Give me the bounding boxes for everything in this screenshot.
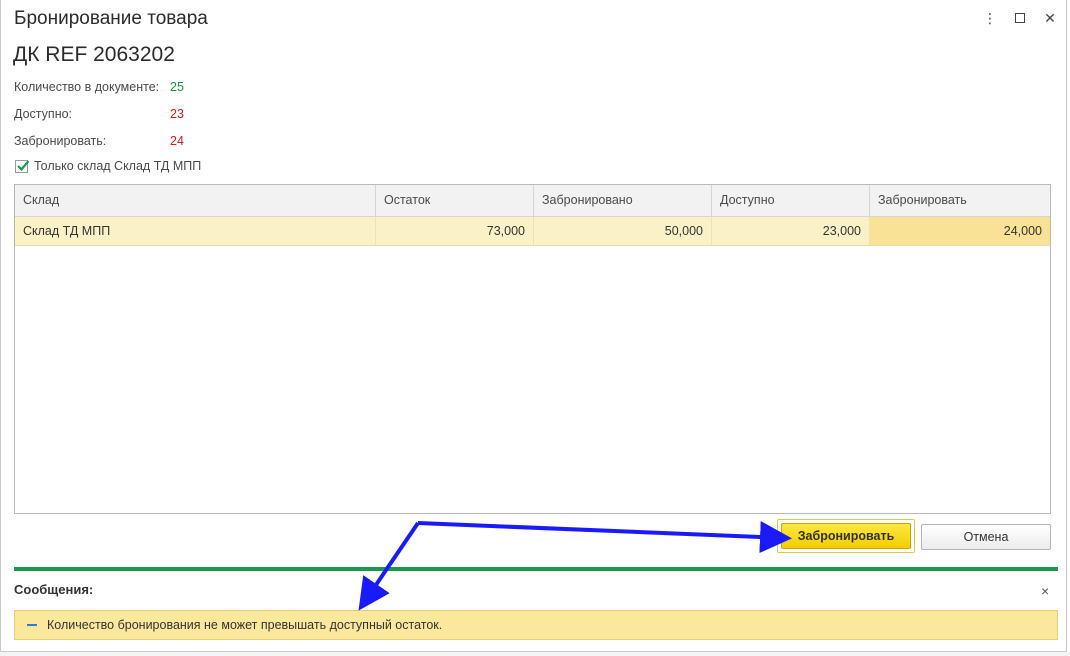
cell-balance[interactable]: 73,000	[376, 217, 534, 245]
table-header: Склад Остаток Забронировано Доступно Заб…	[15, 185, 1050, 217]
cell-warehouse[interactable]: Склад ТД МПП	[15, 217, 376, 245]
table-row[interactable]: Склад ТД МПП 73,000 50,000 23,000 24,000	[15, 217, 1050, 246]
document-title: ДК REF 2063202	[13, 43, 175, 66]
cell-to-reserve[interactable]: 24,000	[870, 217, 1050, 245]
message-text: Количество бронирования не может превыша…	[47, 618, 443, 632]
message-item[interactable]: Количество бронирования не может превыша…	[14, 610, 1058, 640]
column-header-warehouse[interactable]: Склад	[15, 185, 376, 216]
field-to-reserve: Забронировать: 24	[14, 134, 184, 148]
column-header-balance[interactable]: Остаток	[376, 185, 534, 216]
window-title: Бронирование товара	[14, 8, 208, 29]
field-quantity-in-document: Количество в документе: 25	[14, 80, 184, 94]
field-value: 24	[170, 134, 184, 148]
maximize-icon[interactable]	[1012, 10, 1028, 26]
booking-dialog: Бронирование товара ⋮ ✕ ДК REF 2063202 К…	[0, 0, 1067, 652]
window-controls: ⋮ ✕	[982, 10, 1058, 26]
field-label: Забронировать:	[14, 134, 107, 148]
field-value: 25	[170, 80, 184, 94]
column-header-available[interactable]: Доступно	[712, 185, 870, 216]
reserve-button-focus-ring: Забронировать	[777, 519, 915, 553]
messages-close-icon[interactable]: ×	[1041, 583, 1049, 599]
cancel-button[interactable]: Отмена	[921, 524, 1051, 550]
reserve-button[interactable]: Забронировать	[781, 523, 911, 549]
bottom-strip	[0, 652, 1070, 656]
cell-reserved[interactable]: 50,000	[534, 217, 712, 245]
only-warehouse-checkbox-row[interactable]: Только склад Склад ТД МПП	[15, 159, 201, 173]
messages-title: Сообщения:	[14, 582, 94, 597]
checkmark-icon	[17, 159, 30, 171]
field-label: Доступно:	[14, 107, 73, 121]
cell-available[interactable]: 23,000	[712, 217, 870, 245]
only-warehouse-checkbox[interactable]	[15, 159, 30, 173]
messages-divider	[14, 567, 1058, 571]
field-available: Доступно: 23	[14, 107, 184, 121]
checkbox-label: Только склад Склад ТД МПП	[34, 159, 202, 173]
message-bullet-icon	[27, 624, 37, 626]
more-options-icon[interactable]: ⋮	[982, 10, 998, 26]
field-value: 23	[170, 107, 184, 121]
warehouse-table: Склад Остаток Забронировано Доступно Заб…	[14, 184, 1051, 514]
field-label: Количество в документе:	[14, 80, 160, 94]
close-icon[interactable]: ✕	[1042, 10, 1058, 26]
column-header-reserved[interactable]: Забронировано	[534, 185, 712, 216]
column-header-to-reserve[interactable]: Забронировать	[870, 185, 1050, 216]
